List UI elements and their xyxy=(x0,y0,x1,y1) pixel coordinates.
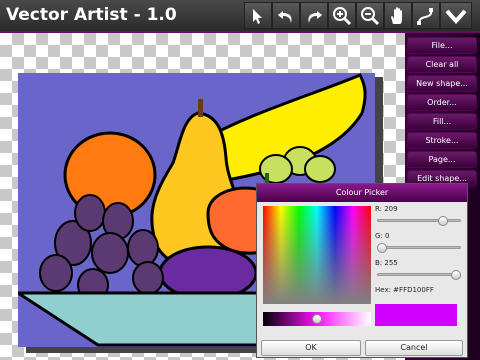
hand-tool-button[interactable] xyxy=(384,2,412,29)
brightness-slider-thumb[interactable] xyxy=(312,314,322,324)
menu-clear-all-button[interactable]: Clear all xyxy=(407,56,477,73)
collapse-icon xyxy=(445,9,467,24)
zoom-out-icon xyxy=(361,6,380,25)
ok-button[interactable]: OK xyxy=(261,340,361,356)
plum-shape xyxy=(158,245,258,301)
path-edit-icon xyxy=(417,7,433,25)
hand-icon xyxy=(391,6,402,24)
app-title: Vector Artist - 1.0 xyxy=(6,5,177,25)
menu-page-button[interactable]: Page... xyxy=(407,151,477,168)
blue-label: B: 255 xyxy=(375,259,398,267)
colour-preview-swatch xyxy=(375,304,457,326)
blue-slider[interactable] xyxy=(377,273,461,276)
colour-picker-title: Colour Picker xyxy=(257,184,467,202)
pointer-tool-button[interactable] xyxy=(244,2,272,29)
undo-icon xyxy=(278,10,292,23)
green-slider-thumb[interactable] xyxy=(377,243,387,253)
cancel-button[interactable]: Cancel xyxy=(365,340,463,356)
blue-slider-thumb[interactable] xyxy=(451,270,461,280)
menu-order-button[interactable]: Order... xyxy=(407,94,477,111)
undo-button[interactable] xyxy=(272,2,300,29)
menu-fill-button[interactable]: Fill... xyxy=(407,113,477,130)
red-label: R: 209 xyxy=(375,205,398,213)
menu-new-shape-button[interactable]: New shape... xyxy=(407,75,477,92)
path-edit-button[interactable] xyxy=(412,2,440,29)
menu-file-button[interactable]: File... xyxy=(407,37,477,54)
zoom-in-button[interactable] xyxy=(328,2,356,29)
green-label: G: 0 xyxy=(375,232,390,240)
redo-icon xyxy=(308,10,322,23)
colour-spectrum[interactable] xyxy=(263,206,371,304)
menu-stroke-button[interactable]: Stroke... xyxy=(407,132,477,149)
redo-button[interactable] xyxy=(300,2,328,29)
green-slider[interactable] xyxy=(377,246,461,249)
zoom-out-button[interactable] xyxy=(356,2,384,29)
red-slider[interactable] xyxy=(377,219,461,222)
red-slider-thumb[interactable] xyxy=(437,216,448,226)
pointer-icon xyxy=(253,8,262,24)
zoom-in-icon xyxy=(333,6,352,25)
title-bar: Vector Artist - 1.0 xyxy=(0,0,480,33)
colour-picker-dialog: Colour Picker R: 209 G: 0 B: 255 Hex: #F… xyxy=(256,183,468,358)
collapse-button[interactable] xyxy=(440,2,472,29)
hex-label: Hex: #FFD100FF xyxy=(375,286,434,294)
